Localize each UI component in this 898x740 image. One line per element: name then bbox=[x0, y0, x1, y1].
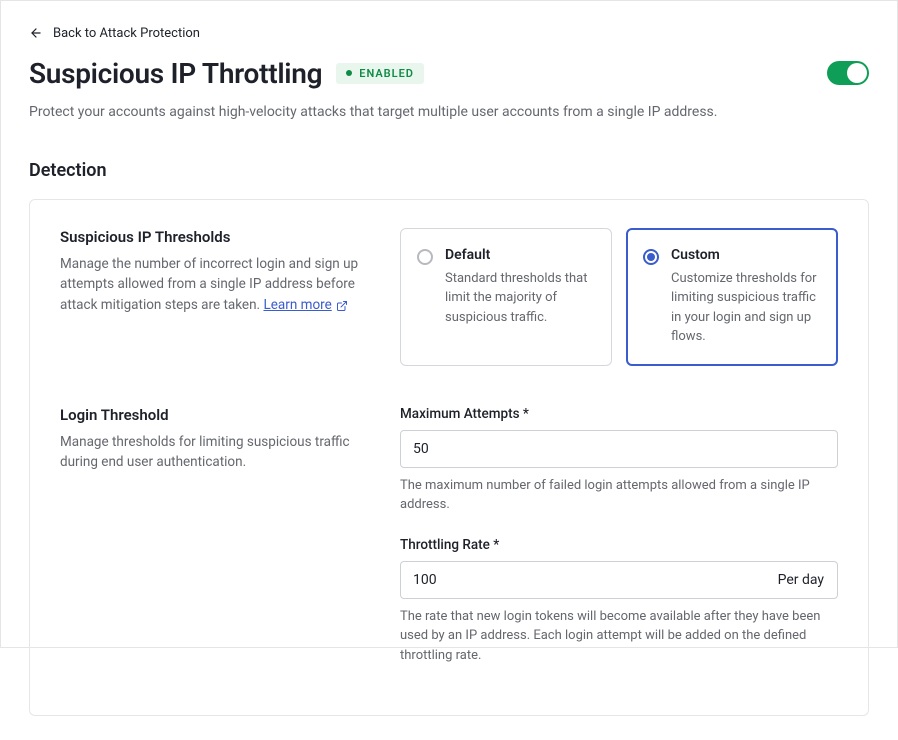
thresholds-heading: Suspicious IP Thresholds bbox=[60, 228, 360, 246]
max-attempts-help: The maximum number of failed login attem… bbox=[400, 476, 838, 515]
learn-more-link[interactable]: Learn more bbox=[263, 295, 347, 316]
option-title: Default bbox=[445, 247, 595, 263]
learn-more-label: Learn more bbox=[263, 295, 331, 316]
page-subtitle: Protect your accounts against high-veloc… bbox=[29, 104, 869, 120]
thresholds-desc: Manage the number of incorrect login and… bbox=[60, 254, 360, 317]
status-badge: ENABLED bbox=[336, 63, 424, 84]
back-link[interactable]: Back to Attack Protection bbox=[29, 26, 200, 41]
detection-card: Suspicious IP Thresholds Manage the numb… bbox=[29, 199, 869, 717]
throttling-rate-input[interactable] bbox=[400, 561, 838, 599]
throttling-rate-label: Throttling Rate * bbox=[400, 537, 838, 553]
back-link-label: Back to Attack Protection bbox=[53, 26, 200, 41]
login-threshold-desc: Manage thresholds for limiting suspiciou… bbox=[60, 432, 360, 474]
throttling-rate-help: The rate that new login tokens will beco… bbox=[400, 607, 838, 666]
section-title: Detection bbox=[29, 160, 869, 181]
external-link-icon bbox=[336, 300, 348, 312]
status-dot-icon bbox=[346, 70, 352, 76]
option-title: Custom bbox=[671, 247, 821, 263]
toggle-knob bbox=[847, 63, 867, 83]
radio-icon bbox=[417, 249, 433, 265]
max-attempts-label: Maximum Attempts * bbox=[400, 406, 838, 422]
arrow-left-icon bbox=[29, 26, 43, 40]
threshold-option-default[interactable]: Default Standard thresholds that limit t… bbox=[400, 228, 612, 366]
threshold-option-custom[interactable]: Custom Customize thresholds for limiting… bbox=[626, 228, 838, 366]
option-desc: Standard thresholds that limit the major… bbox=[445, 269, 595, 328]
login-threshold-heading: Login Threshold bbox=[60, 406, 360, 424]
page-title: Suspicious IP Throttling bbox=[29, 57, 322, 90]
option-desc: Customize thresholds for limiting suspic… bbox=[671, 269, 821, 347]
max-attempts-input[interactable] bbox=[400, 430, 838, 468]
radio-icon bbox=[643, 249, 659, 265]
enable-toggle[interactable] bbox=[827, 61, 869, 85]
status-badge-label: ENABLED bbox=[359, 67, 414, 80]
